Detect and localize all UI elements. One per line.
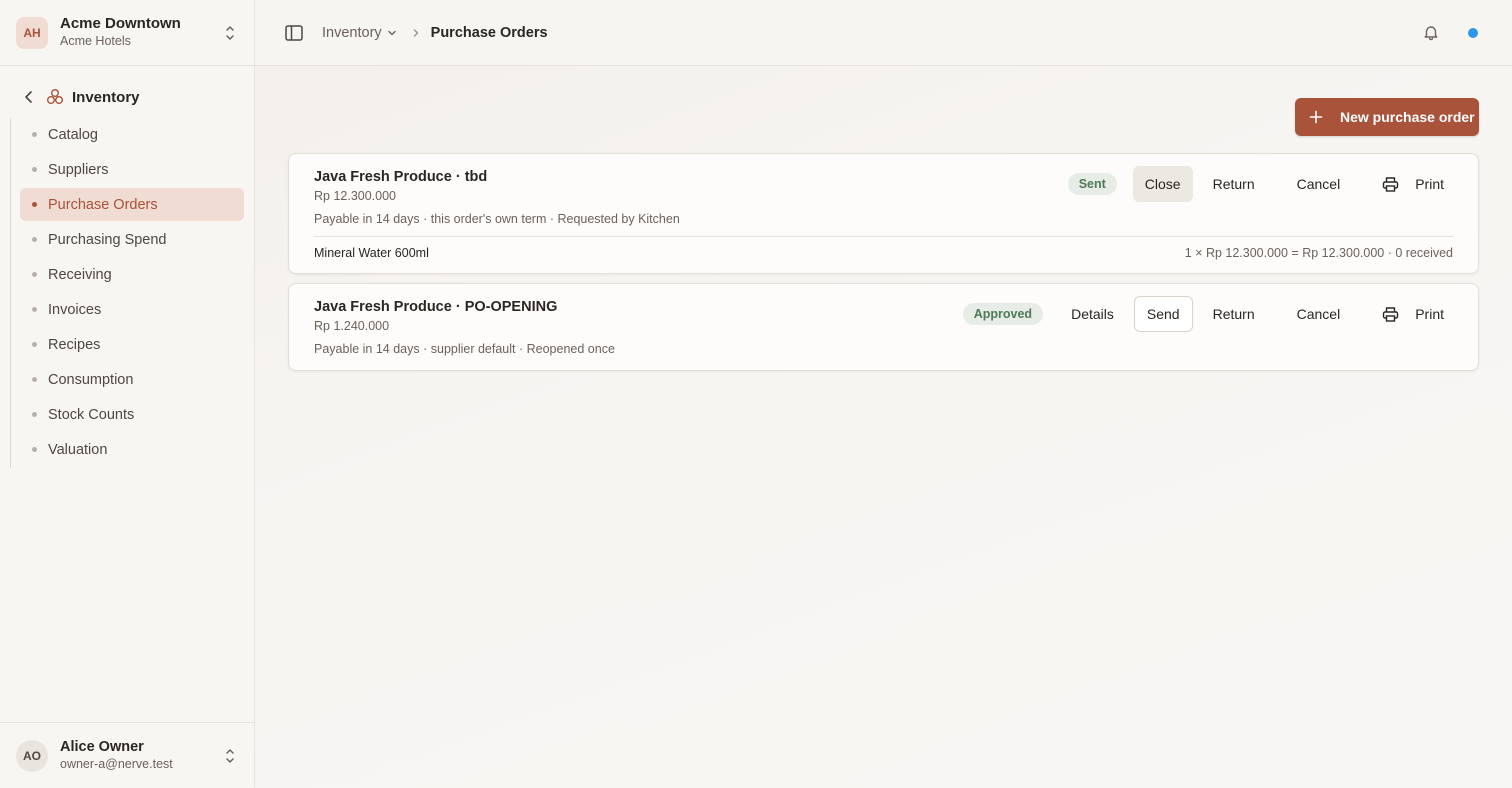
status-badge: Approved [962,303,1044,325]
sidebar-item-stock-counts[interactable]: Stock Counts [20,398,244,431]
org-subtitle: Acme Hotels [60,34,131,48]
inventory-icon [47,89,63,104]
return-button[interactable]: Return [1201,166,1267,202]
close-button[interactable]: Close [1132,166,1193,202]
order-title: Java Fresh Produce · tbd [314,169,488,185]
plus-icon [1309,110,1323,124]
sidebar-item-label: Recipes [48,336,101,353]
bullet-icon [32,307,37,312]
sidebar-item-purchasing-spend[interactable]: Purchasing Spend [20,223,244,256]
return-button[interactable]: Return [1201,296,1267,332]
sidebar: AH Acme Downtown Acme Hotels Inventory C… [0,0,255,788]
sidebar-item-recipes[interactable]: Recipes [20,328,244,361]
topbar: Inventory Purchase Orders [255,0,1512,66]
send-button[interactable]: Send [1133,296,1193,332]
details-button[interactable]: Details [1059,296,1126,332]
sidebar-item-label: Stock Counts [48,406,135,423]
bullet-icon [32,412,37,417]
sidebar-item-consumption[interactable]: Consumption [20,363,244,396]
sidebar-item-label: Purchase Orders [48,196,158,213]
bullet-icon [32,167,37,172]
sidebar-item-label: Catalog [48,126,98,143]
nav-section-title: Inventory [72,88,140,106]
nav-back-inventory[interactable]: Inventory [0,82,254,112]
purchase-order-card: Java Fresh Produce · tbd Rp 12.300.000 P… [288,153,1479,274]
order-actions: Approved Details Send Return Cancel Prin… [962,296,1456,332]
new-purchase-order-button[interactable]: New purchase order [1295,98,1479,136]
bell-icon[interactable] [1422,23,1440,41]
print-button[interactable]: Print [1370,166,1456,202]
cancel-button[interactable]: Cancel [1285,166,1353,202]
order-meta: Payable in 14 days · this order's own te… [314,212,680,226]
line-item-name: Mineral Water 600ml [314,246,429,260]
org-avatar: AH [16,16,48,49]
sidebar-item-catalog[interactable]: Catalog [20,118,244,151]
chevron-left-icon [25,91,32,103]
sidebar-toggle-icon[interactable] [284,23,304,43]
purchase-order-card: Java Fresh Produce · PO-OPENING Rp 1.240… [288,283,1479,371]
bullet-icon [32,272,37,277]
divider [314,236,1453,237]
status-badge: Sent [1067,173,1117,195]
updown-icon [226,749,234,763]
org-switcher[interactable]: AH Acme Downtown Acme Hotels [0,0,254,66]
cancel-button[interactable]: Cancel [1285,296,1353,332]
sidebar-item-suppliers[interactable]: Suppliers [20,153,244,186]
order-amount: Rp 12.300.000 [314,189,397,203]
bullet-icon [32,447,37,452]
sidebar-item-label: Suppliers [48,161,109,178]
printer-icon [1383,306,1399,322]
main-content: New purchase order Java Fresh Produce · … [255,66,1512,788]
chevron-right-icon [413,28,418,37]
user-name: Alice Owner [60,739,144,755]
line-item-calc: 1 × Rp 12.300.000 = Rp 12.300.000 · 0 re… [1184,246,1453,260]
chevron-down-icon[interactable] [387,28,397,38]
order-amount: Rp 1.240.000 [314,319,390,333]
print-label: Print [1415,176,1444,192]
bullet-icon [32,132,37,137]
sidebar-item-purchase-orders[interactable]: Purchase Orders [20,188,244,221]
inventory-nav: Catalog Suppliers Purchase Orders Purcha… [10,118,244,468]
order-actions: Sent Close Return Cancel Print [1067,166,1456,202]
sidebar-item-receiving[interactable]: Receiving [20,258,244,291]
new-purchase-order-label: New purchase order [1340,109,1475,125]
sidebar-item-label: Purchasing Spend [48,231,167,248]
breadcrumb: Inventory Purchase Orders [322,25,548,41]
status-dot [1468,28,1478,38]
order-title: Java Fresh Produce · PO-OPENING [314,299,558,315]
bullet-icon [32,237,37,242]
user-menu[interactable]: AO Alice Owner owner-a@nerve.test [0,722,254,788]
bullet-icon [32,202,37,207]
sidebar-item-label: Invoices [48,301,102,318]
sidebar-item-label: Receiving [48,266,112,283]
sidebar-item-invoices[interactable]: Invoices [20,293,244,326]
breadcrumb-parent[interactable]: Inventory [322,25,382,41]
sidebar-item-label: Valuation [48,441,108,458]
page-title: Purchase Orders [430,24,548,41]
printer-icon [1383,176,1399,192]
updown-icon [226,26,234,40]
order-meta: Payable in 14 days · supplier default · … [314,342,615,356]
sidebar-item-valuation[interactable]: Valuation [20,433,244,466]
org-name: Acme Downtown [60,15,181,32]
user-email: owner-a@nerve.test [60,757,173,771]
print-label: Print [1415,306,1444,322]
sidebar-item-label: Consumption [48,371,134,388]
print-button[interactable]: Print [1370,296,1456,332]
bullet-icon [32,342,37,347]
bullet-icon [32,377,37,382]
avatar: AO [16,739,48,772]
